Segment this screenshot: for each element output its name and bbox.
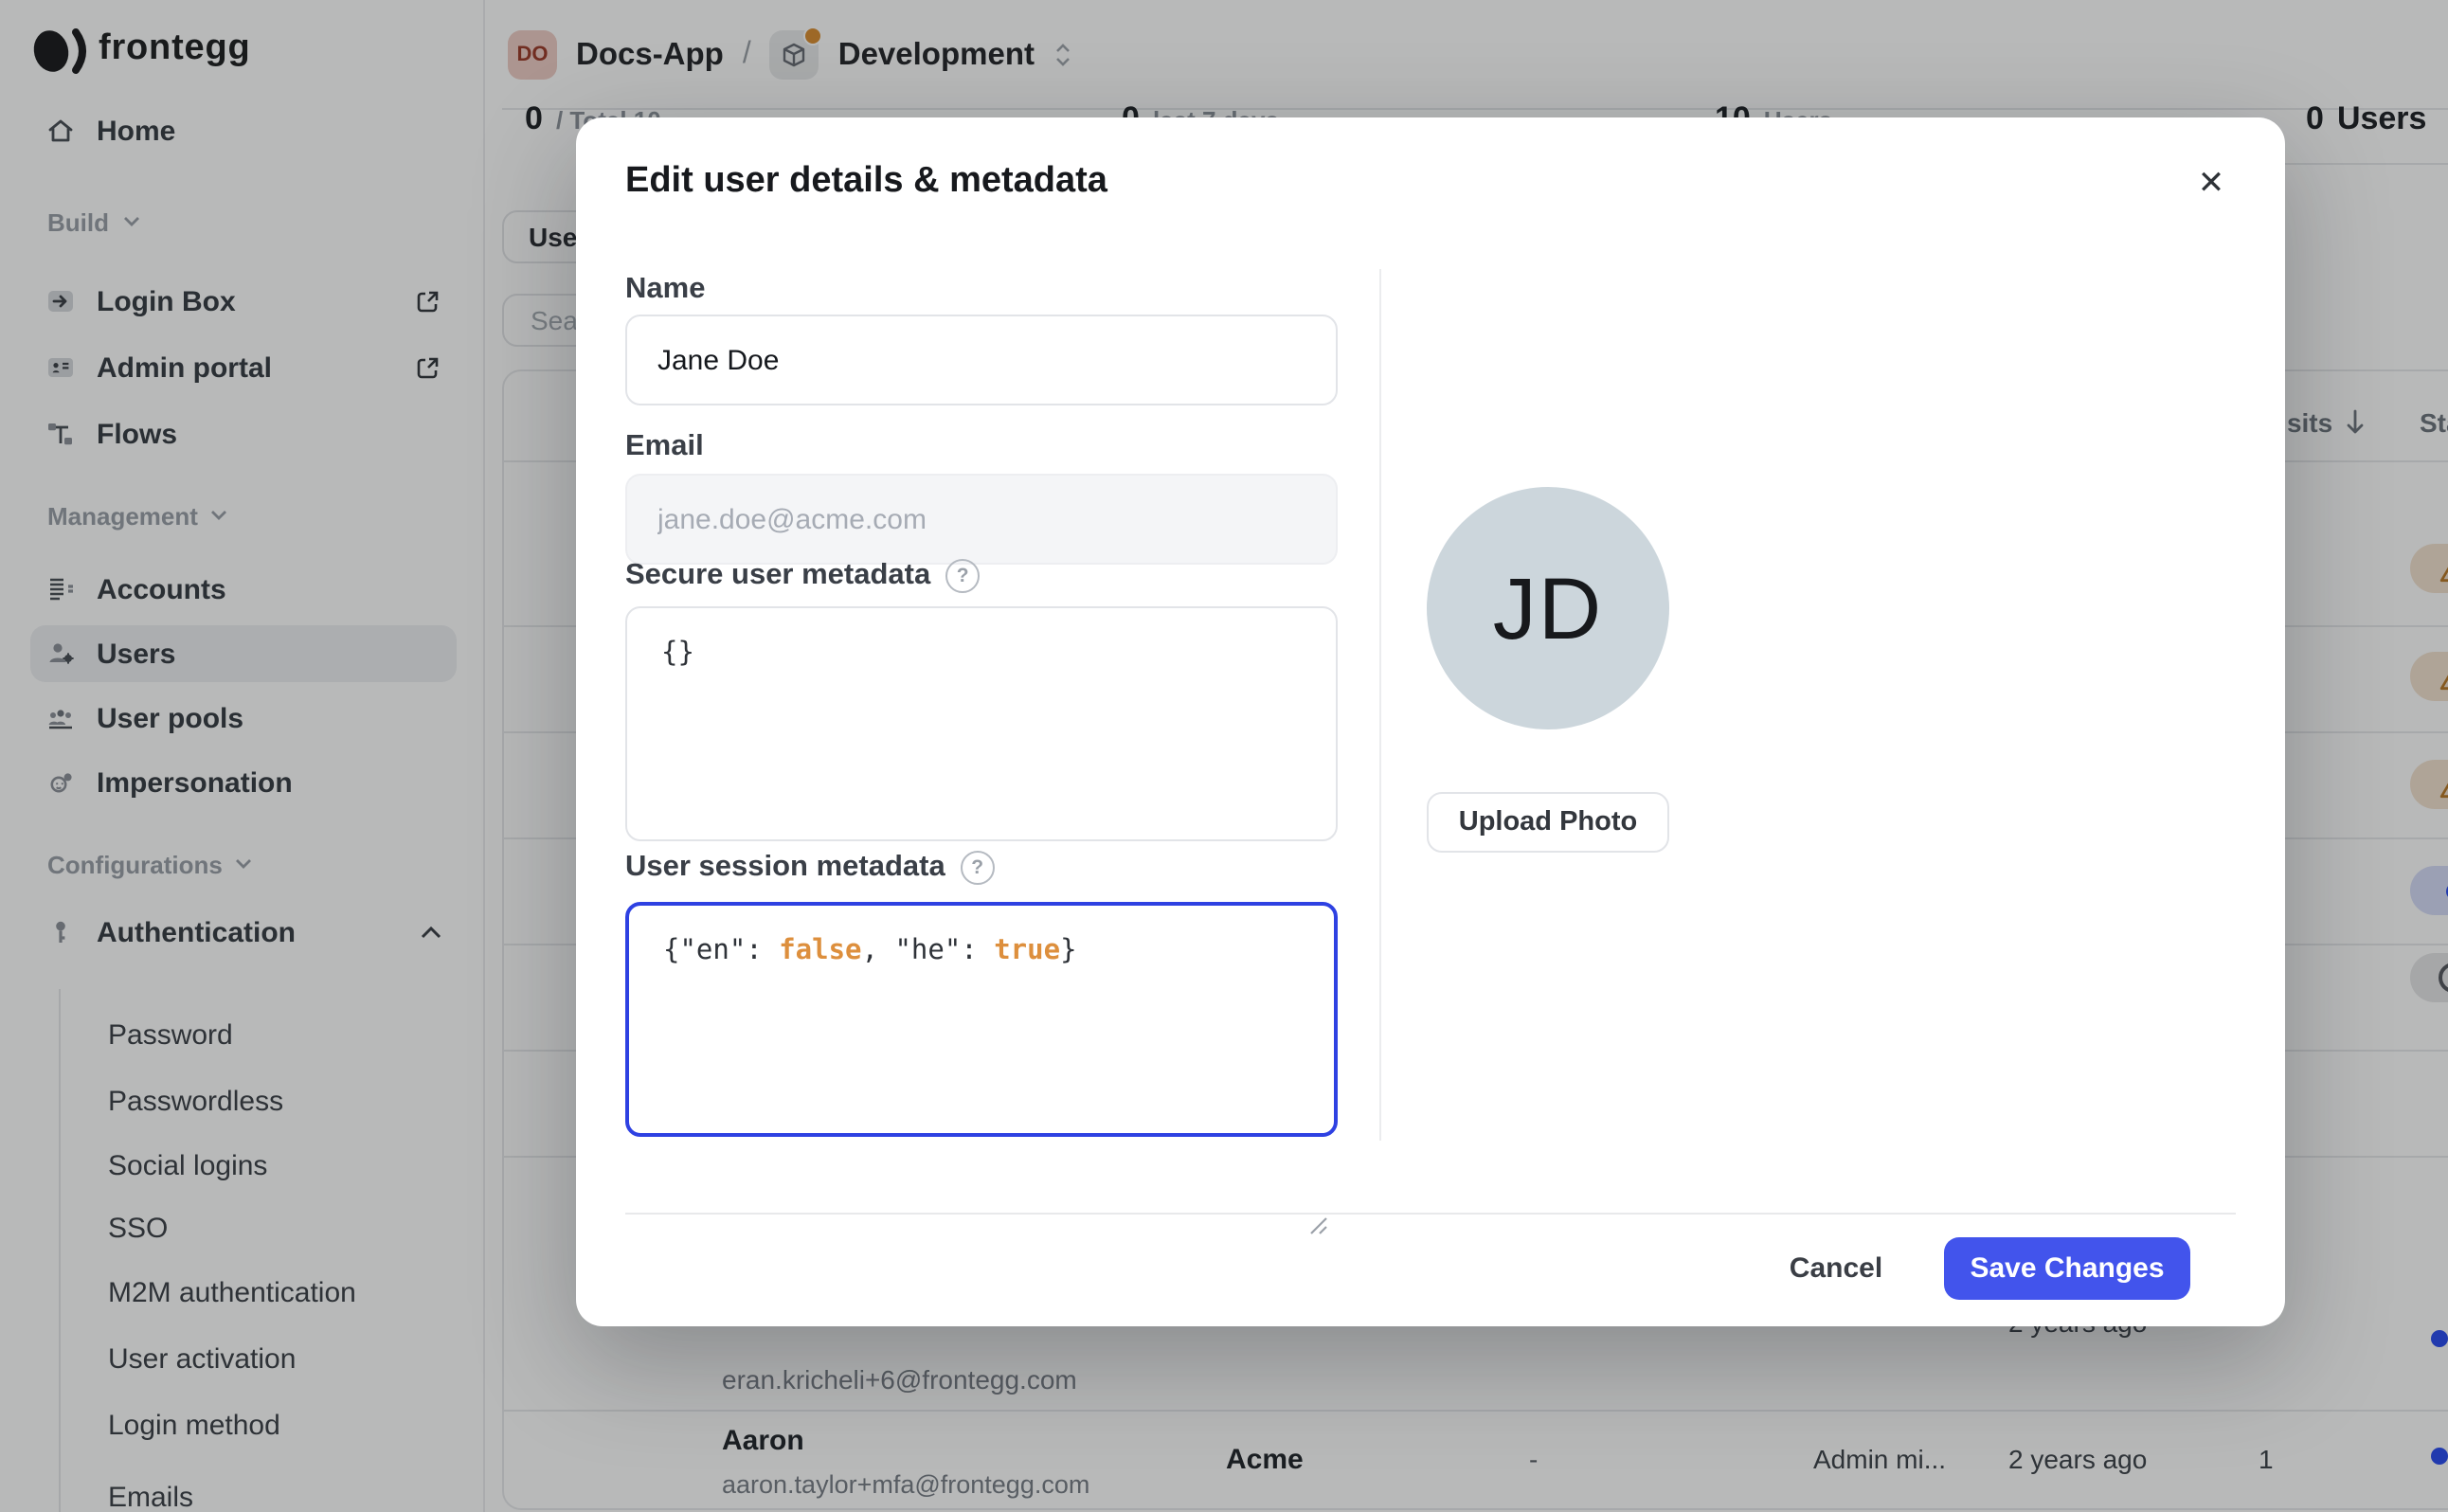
- secure-metadata-textarea[interactable]: [625, 606, 1338, 841]
- help-icon[interactable]: ?: [961, 851, 995, 885]
- avatar: JD: [1427, 487, 1669, 729]
- json-boolean: true: [994, 936, 1060, 966]
- name-field[interactable]: [625, 315, 1338, 405]
- upload-photo-button[interactable]: Upload Photo: [1427, 792, 1669, 853]
- cancel-button[interactable]: Cancel: [1770, 1237, 1902, 1300]
- edit-user-modal: Edit user details & metadata ✕ Name Emai…: [576, 117, 2285, 1326]
- session-metadata-label: User session metadata ?: [625, 851, 995, 885]
- json-text: }: [1060, 936, 1076, 966]
- help-icon[interactable]: ?: [945, 559, 980, 593]
- close-icon[interactable]: ✕: [2187, 159, 2236, 208]
- save-changes-button[interactable]: Save Changes: [1944, 1237, 2190, 1300]
- modal-divider: [1379, 269, 1381, 1141]
- modal-title: Edit user details & metadata: [625, 161, 1107, 203]
- json-text: , "he":: [862, 936, 995, 966]
- session-metadata-textarea[interactable]: {"en": false, "he": true}: [625, 902, 1338, 1137]
- footer-divider: [625, 1213, 2236, 1215]
- name-label: Name: [625, 273, 705, 307]
- email-field: [625, 474, 1338, 565]
- app-window: frontegg Home Build Login Box: [0, 0, 2448, 1512]
- secure-metadata-label: Secure user metadata ?: [625, 559, 980, 593]
- resize-handle-icon[interactable]: [1307, 1215, 1328, 1235]
- email-label: Email: [625, 430, 704, 464]
- json-text: {"en":: [663, 936, 779, 966]
- json-boolean: false: [779, 936, 861, 966]
